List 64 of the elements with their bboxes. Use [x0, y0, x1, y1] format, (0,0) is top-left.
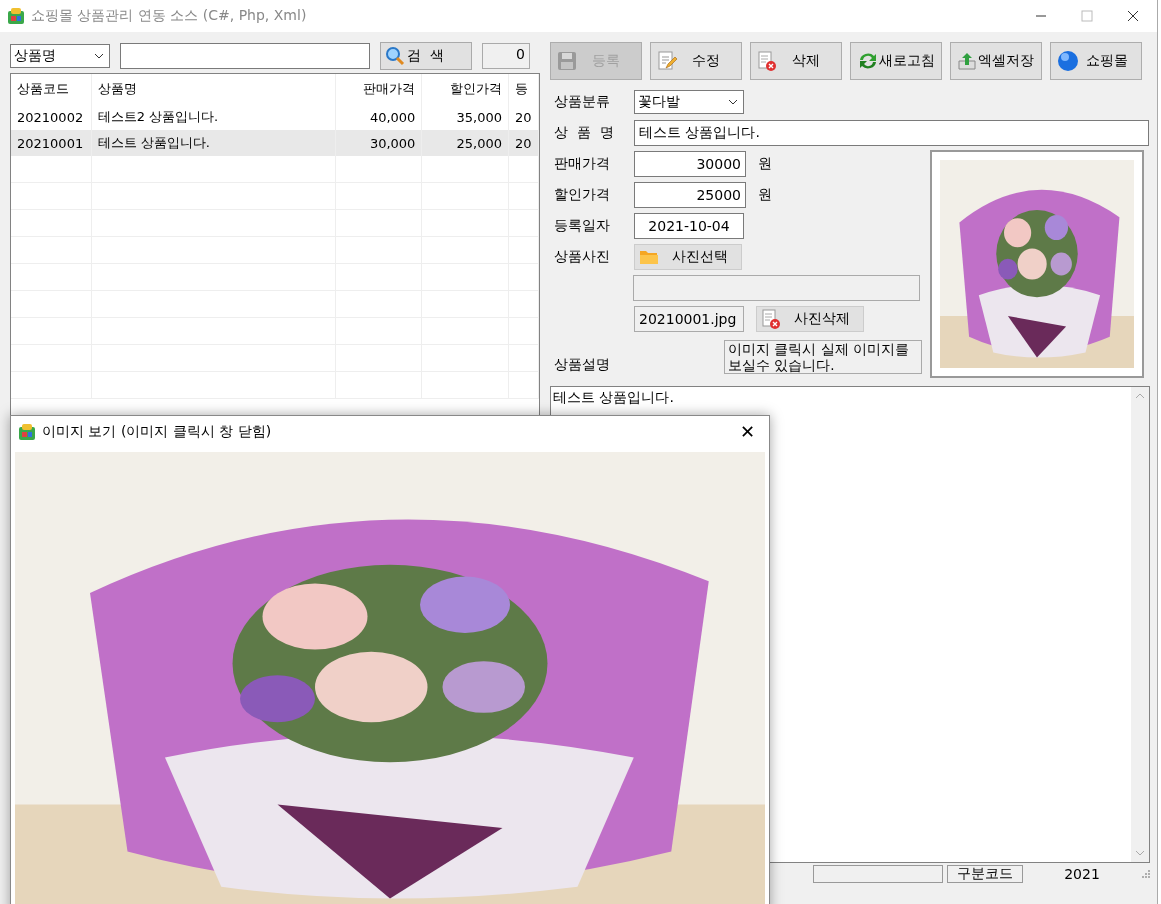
- unit-label: 원: [757, 185, 772, 204]
- table-row[interactable]: 20210001 테스트 상품입니다. 30,000 25,000 20: [11, 130, 539, 156]
- search-icon: [385, 46, 405, 66]
- chevron-down-icon: [728, 98, 738, 105]
- search-field[interactable]: [120, 43, 370, 69]
- column-header[interactable]: 상품코드: [11, 74, 92, 104]
- app-icon: [18, 423, 36, 441]
- search-button[interactable]: 검 색: [380, 42, 472, 70]
- field-label: 할인가격: [553, 185, 611, 204]
- table-cell: 20210001: [11, 130, 92, 156]
- scrollbar[interactable]: [1131, 387, 1149, 862]
- field-label: 판매가격: [553, 154, 611, 173]
- unit-label: 원: [757, 154, 772, 173]
- globe-icon: [1057, 50, 1079, 72]
- price-field[interactable]: 30000: [634, 150, 746, 177]
- field-label: 등록일자: [553, 216, 611, 235]
- table-cell: 30,000: [335, 130, 423, 156]
- photo-path-field[interactable]: [633, 274, 920, 301]
- table-cell: 20: [509, 130, 539, 156]
- delete-photo-button[interactable]: 사진삭제: [756, 305, 864, 332]
- field-label: 상품사진: [553, 247, 611, 266]
- date-field[interactable]: 2021-10-04: [634, 212, 744, 239]
- column-header[interactable]: 판매가격: [335, 74, 423, 104]
- window-title: 이미지 보기 (이미지 클릭시 창 닫힘): [42, 423, 273, 441]
- column-header[interactable]: 할인가격: [422, 74, 510, 104]
- column-header[interactable]: 상품명: [91, 74, 336, 104]
- table-cell: 테스트 상품입니다.: [91, 130, 336, 156]
- scroll-up-icon[interactable]: [1135, 393, 1145, 399]
- search-field-dropdown[interactable]: 상품명: [10, 44, 110, 68]
- discount-field[interactable]: 25000: [634, 181, 746, 208]
- close-button[interactable]: ✕: [725, 416, 769, 448]
- app-icon: [7, 7, 25, 25]
- scroll-down-icon[interactable]: [1135, 850, 1145, 856]
- result-count: 0: [482, 43, 530, 69]
- pencil-document-icon: [657, 51, 677, 71]
- status-panel: 구분코드: [947, 865, 1023, 883]
- field-label: 상품분류: [553, 92, 611, 111]
- close-icon[interactable]: [1127, 10, 1139, 22]
- photo-file-field[interactable]: 20210001.jpg: [634, 305, 744, 332]
- hint-text: 이미지 클릭시 실제 이미지를 보실수 있습니다.: [724, 340, 922, 374]
- status-text: 2021: [1063, 866, 1101, 882]
- toolbar-button[interactable]: 쇼핑몰: [1050, 42, 1142, 80]
- refresh-arrows-icon: [857, 51, 879, 71]
- chevron-down-icon: [94, 53, 104, 59]
- column-header[interactable]: 등: [509, 74, 539, 104]
- toolbar-button[interactable]: 엑셀저장: [950, 42, 1042, 80]
- delete-document-icon: [761, 308, 781, 329]
- delete-document-icon: [757, 51, 777, 71]
- maximize-icon[interactable]: [1081, 10, 1093, 22]
- upload-tray-icon: [957, 51, 977, 71]
- table-cell: 25,000: [422, 130, 510, 156]
- toolbar-button[interactable]: 삭제: [750, 42, 842, 80]
- window-title: 쇼핑몰 상품관리 연동 소스 (C#, Php, Xml): [31, 7, 308, 25]
- field-label: 상 품 명: [553, 123, 615, 142]
- folder-icon: [639, 248, 659, 265]
- resize-grip-icon[interactable]: [1141, 869, 1151, 879]
- toolbar-button[interactable]: 새로고침: [850, 42, 942, 80]
- field-label: 상품설명: [553, 356, 610, 374]
- name-field[interactable]: 테스트 상품입니다.: [634, 119, 1149, 146]
- description-text: 테스트 상품입니다.: [553, 389, 674, 407]
- photo-preview[interactable]: [930, 150, 1144, 378]
- select-photo-button[interactable]: 사진선택: [634, 243, 742, 270]
- category-dropdown[interactable]: 꽃다발: [634, 89, 744, 114]
- toolbar-button[interactable]: 수정: [650, 42, 742, 80]
